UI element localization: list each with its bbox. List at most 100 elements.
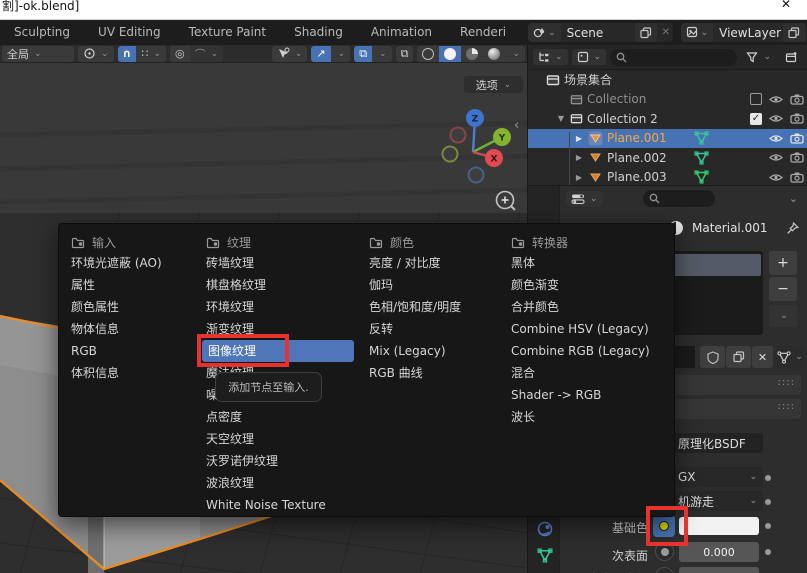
copy-material-button[interactable] bbox=[726, 346, 751, 368]
overlays-toggle[interactable]: ⧉ bbox=[354, 46, 372, 62]
slot-specials-dropdown[interactable]: ⌄ bbox=[769, 305, 797, 327]
menu-item-hsv[interactable]: 色相/饱和度/明度 bbox=[365, 296, 503, 318]
shading-dropdown[interactable]: ⌄ bbox=[505, 46, 525, 62]
camera-icon[interactable] bbox=[790, 172, 804, 183]
menu-item-mix[interactable]: 混合 bbox=[507, 362, 672, 384]
proportional-falloff-dropdown[interactable]: ⌒⌄ bbox=[190, 46, 224, 62]
outliner-display-mode-dropdown[interactable]: ⌄ bbox=[533, 49, 568, 65]
zoom-tool-icon[interactable] bbox=[494, 189, 518, 213]
shading-wireframe-button[interactable] bbox=[417, 46, 439, 62]
drag-dots-icon[interactable]: :::: bbox=[778, 401, 795, 412]
node-tree-dropdown[interactable]: ⌄ bbox=[775, 346, 805, 368]
shading-solid-button[interactable] bbox=[439, 46, 461, 62]
decorator-dot[interactable] bbox=[765, 523, 771, 529]
outliner-row-collection-2[interactable]: ▼ Collection 2 ✓ bbox=[528, 109, 807, 129]
menu-item-mix-legacy[interactable]: Mix (Legacy) bbox=[365, 340, 503, 362]
disclosure-open-icon[interactable]: ▼ bbox=[556, 114, 566, 123]
menu-item-blackbody[interactable]: 黑体 bbox=[507, 252, 672, 274]
menu-item-attribute[interactable]: 属性 bbox=[67, 274, 199, 296]
transform-orientation-dropdown[interactable]: 全局 ⌄ bbox=[2, 46, 74, 62]
move-gizmo-toggle[interactable]: ↗ bbox=[311, 46, 330, 62]
viewlayer-name[interactable]: ViewLayer bbox=[713, 26, 783, 40]
outliner-filter-dropdown[interactable]: ⌄ bbox=[741, 49, 776, 65]
collection-exclude-checkbox[interactable] bbox=[750, 93, 762, 105]
menu-item-rgb-curves[interactable]: RGB 曲线 bbox=[365, 362, 503, 384]
camera-icon[interactable] bbox=[790, 113, 804, 124]
show-gizmo-dropdown[interactable]: ⌄ bbox=[272, 46, 308, 62]
new-collection-button[interactable] bbox=[780, 49, 803, 65]
menu-item-environment-texture[interactable]: 环境纹理 bbox=[202, 296, 360, 318]
gizmo-extra-dropdown[interactable]: ⌄ bbox=[331, 46, 351, 62]
axis-neg-z-ball[interactable] bbox=[469, 168, 484, 183]
camera-icon[interactable] bbox=[790, 152, 804, 163]
overlays-dropdown[interactable]: ⌄ bbox=[372, 46, 392, 62]
menu-item-combine-hsv-legacy[interactable]: Combine HSV (Legacy) bbox=[507, 318, 672, 340]
base-color-swatch[interactable] bbox=[679, 517, 759, 535]
scene-unlink-icon[interactable]: ✕ bbox=[657, 27, 673, 38]
menu-item-checker-texture[interactable]: 棋盘格纹理 bbox=[202, 274, 360, 296]
scene-copy-button[interactable] bbox=[635, 23, 657, 42]
axis-neg-x-ball[interactable] bbox=[451, 128, 466, 143]
remove-slot-button[interactable]: − bbox=[769, 277, 797, 301]
scene-icon[interactable]: ⌄ bbox=[528, 23, 561, 42]
eye-icon[interactable] bbox=[769, 133, 783, 144]
navigation-gizmo[interactable]: Z Y X bbox=[440, 95, 520, 195]
drag-dots-icon[interactable]: :::: bbox=[778, 377, 795, 388]
menu-item-wavelength[interactable]: 波长 bbox=[507, 406, 672, 428]
snap-options-dropdown[interactable]: ∷⌄ bbox=[136, 46, 166, 62]
menu-item-gamma[interactable]: 伽玛 bbox=[365, 274, 503, 296]
pin-icon[interactable] bbox=[786, 222, 799, 235]
unlink-material-button[interactable]: ✕ bbox=[752, 346, 773, 368]
properties-options-chevron[interactable]: ⌄ bbox=[789, 192, 798, 205]
decorator-dot[interactable] bbox=[765, 549, 771, 555]
tab-shading[interactable]: Shading bbox=[280, 20, 357, 45]
fake-user-button[interactable] bbox=[700, 346, 725, 368]
pivot-point-dropdown[interactable]: ⌄ bbox=[78, 46, 114, 62]
shading-rendered-button[interactable] bbox=[483, 46, 505, 62]
menu-item-invert[interactable]: 反转 bbox=[365, 318, 503, 340]
eye-icon[interactable] bbox=[769, 152, 783, 163]
menu-item-voronoi-texture[interactable]: 沃罗诺伊纹理 bbox=[202, 450, 360, 472]
outliner-row-collection[interactable]: Collection bbox=[528, 90, 807, 110]
decorator-dot[interactable] bbox=[765, 475, 771, 481]
menu-item-color-attribute[interactable]: 颜色属性 bbox=[67, 296, 199, 318]
menu-item-point-density[interactable]: 点密度 bbox=[202, 406, 360, 428]
menu-item-brick-texture[interactable]: 砖墙纹理 bbox=[202, 252, 360, 274]
tab-texture-paint[interactable]: Texture Paint bbox=[175, 20, 280, 45]
subsurface-radius-socket-button[interactable] bbox=[655, 567, 674, 573]
menu-item-volume-info[interactable]: 体积信息 bbox=[67, 362, 199, 384]
eye-icon[interactable] bbox=[769, 113, 783, 124]
xray-toggle[interactable]: ⧉ bbox=[396, 46, 414, 62]
menu-item-combine-rgb-legacy[interactable]: Combine RGB (Legacy) bbox=[507, 340, 672, 362]
menu-item-combine-color[interactable]: 合并颜色 bbox=[507, 296, 672, 318]
outliner-row-scene-collection[interactable]: 场景集合 bbox=[528, 70, 807, 90]
menu-item-sky-texture[interactable]: 天空纹理 bbox=[202, 428, 360, 450]
subsurface-radius-value-field[interactable]: 1.000 bbox=[679, 567, 759, 573]
menu-item-object-info[interactable]: 物体信息 bbox=[67, 318, 199, 340]
camera-icon[interactable] bbox=[790, 94, 804, 105]
disclosure-closed-icon[interactable]: ▶ bbox=[574, 134, 584, 143]
editor-type-dropdown[interactable]: ⌄ bbox=[566, 191, 603, 207]
eye-icon[interactable] bbox=[769, 94, 783, 105]
window-close-icon[interactable]: ✕ bbox=[781, 0, 791, 11]
camera-icon[interactable] bbox=[790, 133, 804, 144]
tab-object-data-icon[interactable] bbox=[537, 548, 553, 563]
menu-item-rgb[interactable]: RGB bbox=[67, 340, 199, 362]
decorator-dot[interactable] bbox=[765, 499, 771, 505]
subsurface-value-field[interactable]: 0.000 bbox=[679, 542, 759, 562]
menu-item-white-noise-texture[interactable]: White Noise Texture bbox=[202, 494, 360, 516]
scene-selector[interactable]: ⌄ Scene ✕ bbox=[528, 23, 672, 42]
outliner-filter-type-dropdown[interactable]: ⌄ bbox=[572, 49, 607, 65]
proportional-editing-toggle[interactable]: ◎ bbox=[170, 46, 190, 62]
tab-rendering[interactable]: Renderi bbox=[446, 20, 520, 45]
properties-search-input[interactable] bbox=[643, 190, 715, 207]
viewlayer-copy-button[interactable] bbox=[783, 23, 805, 42]
tab-physics-icon[interactable] bbox=[536, 520, 554, 538]
menu-item-color-ramp[interactable]: 颜色渐变 bbox=[507, 274, 672, 296]
add-slot-button[interactable]: + bbox=[769, 251, 797, 275]
shading-material-button[interactable] bbox=[461, 46, 483, 62]
viewlayer-icon[interactable]: ⌄ bbox=[681, 23, 714, 42]
outliner-search-input[interactable] bbox=[610, 49, 737, 66]
disclosure-closed-icon[interactable]: ▶ bbox=[574, 153, 584, 162]
menu-item-wave-texture[interactable]: 波浪纹理 bbox=[202, 472, 360, 494]
